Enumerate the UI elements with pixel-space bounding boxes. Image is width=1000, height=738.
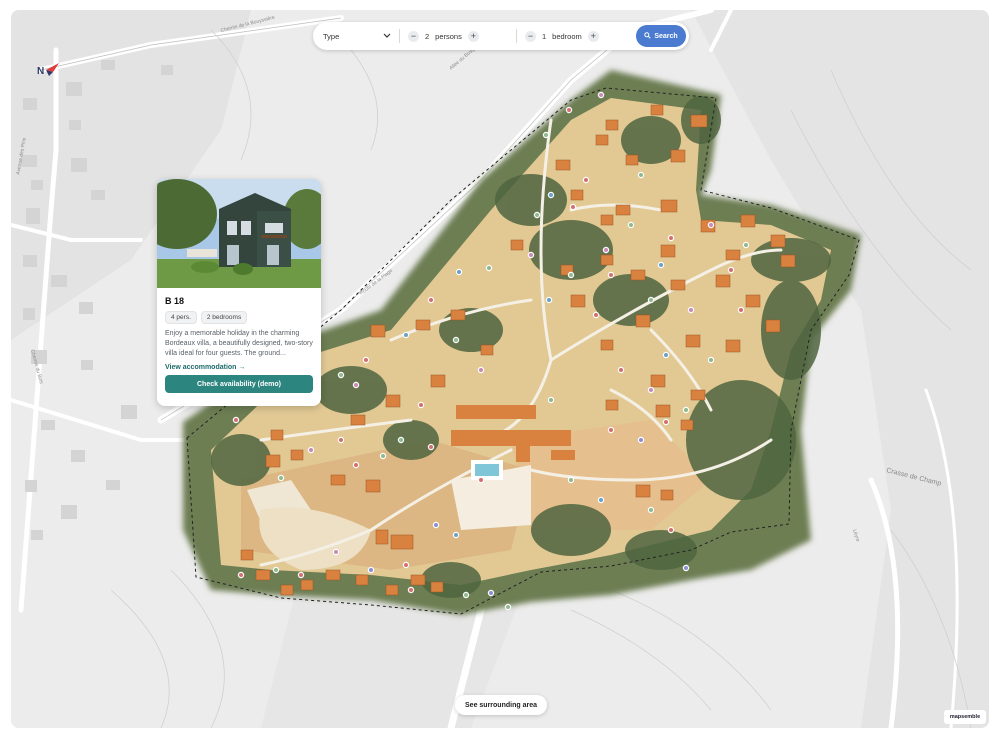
search-button[interactable]: Search (636, 25, 686, 47)
compass-icon[interactable]: N (35, 60, 63, 78)
bedroom-value: 1 (542, 31, 547, 41)
check-availability-button[interactable]: Check availability (demo) (165, 375, 313, 393)
map-frame[interactable]: Chemin de la Bouyssière Allée du Bosquet… (11, 10, 989, 728)
brand-logo[interactable]: mapsemble (944, 710, 986, 724)
persons-label: persons (435, 31, 462, 41)
persons-decrease-button[interactable]: − (408, 30, 419, 42)
type-select-label: Type (323, 31, 340, 41)
persons-increase-button[interactable]: + (467, 30, 479, 42)
compass-letter: N (37, 66, 44, 77)
bedroom-label: bedroom (552, 31, 582, 41)
bedroom-decrease-button[interactable]: − (525, 30, 536, 42)
accommodation-description: Enjoy a memorable holiday in the charmin… (165, 330, 313, 357)
search-icon (644, 31, 651, 41)
search-bar: Type − 2 persons + − 1 bedroom + Search (313, 22, 689, 50)
bedrooms-badge: 2 bedrooms (200, 311, 248, 324)
accommodation-card: B 18 4 pers. 2 bedrooms Enjoy a memorabl… (157, 179, 321, 406)
type-select[interactable]: Type (323, 32, 391, 41)
chevron-down-icon (383, 32, 391, 41)
persons-value: 2 (425, 31, 430, 41)
accommodation-photo[interactable] (157, 179, 321, 288)
see-surrounding-area-button[interactable]: See surrounding area (455, 695, 547, 715)
accommodation-title: B 18 (165, 296, 185, 306)
bedroom-stepper: − 1 bedroom + (525, 30, 625, 42)
persons-stepper: − 2 persons + (408, 30, 508, 42)
view-accommodation-link[interactable]: View accommodation → (165, 364, 313, 371)
search-button-label: Search (654, 32, 678, 40)
bedroom-increase-button[interactable]: + (587, 30, 599, 42)
divider (399, 29, 400, 43)
capacity-badge: 4 pers. (165, 311, 197, 324)
divider (516, 29, 517, 43)
